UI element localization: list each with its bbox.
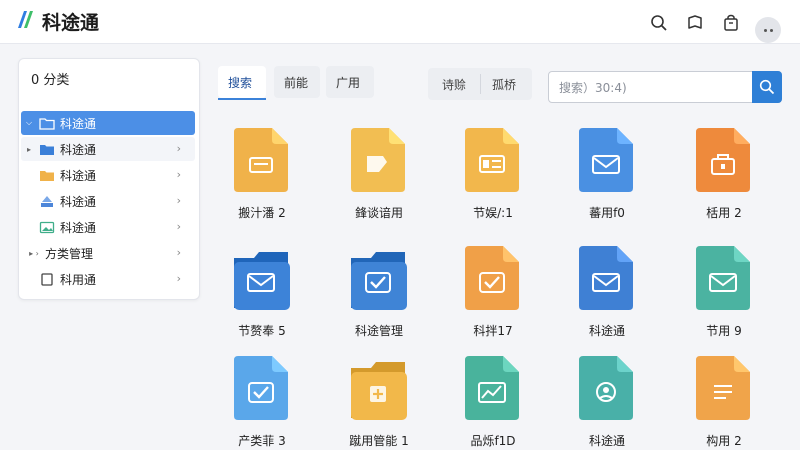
mail-folder-icon xyxy=(234,252,290,310)
file-label: 产类菲 3 xyxy=(238,434,286,448)
file-label: 搬汁潘 2 xyxy=(238,206,286,220)
folder-outline-icon xyxy=(39,117,55,130)
mail-document-icon xyxy=(579,246,633,310)
mail-document-icon xyxy=(579,128,633,192)
file-item[interactable]: 鋒谈谙用 xyxy=(329,116,429,226)
chevron-right-icon: › xyxy=(176,168,181,181)
file-item[interactable]: 蹴用管能 1 xyxy=(329,344,429,450)
file-label: 蹴用管能 1 xyxy=(349,434,409,448)
app-title: 科途通 xyxy=(42,12,100,34)
file-item[interactable]: 科途通 xyxy=(557,344,657,450)
check-folder-icon xyxy=(351,252,407,310)
search-box xyxy=(548,71,782,103)
top-bar: 科途通 xyxy=(0,0,800,44)
sidebar-item-category-manage[interactable]: ▸ › 方类管理 › xyxy=(21,241,195,265)
search-button[interactable] xyxy=(752,71,782,103)
file-item[interactable]: 栝用 2 xyxy=(674,116,774,226)
file-label: 节赘奉 5 xyxy=(238,324,286,338)
filter-button-2[interactable]: 孤桥 xyxy=(492,68,516,100)
image-icon xyxy=(39,221,55,233)
file-label: 科拌17 xyxy=(473,324,513,338)
chevron-right-icon: › xyxy=(176,142,181,155)
file-item[interactable]: 蕃用f0 xyxy=(557,116,657,226)
more-icon[interactable] xyxy=(755,17,781,43)
sidebar-item-root[interactable]: ⌵ 科途通 xyxy=(21,111,195,135)
file-item[interactable]: 品烁f1D xyxy=(443,344,543,450)
list-document-icon xyxy=(696,356,750,420)
file-item[interactable]: 搬汁潘 2 xyxy=(212,116,312,226)
file-label: 科途通 xyxy=(588,324,625,338)
file-item[interactable]: 科途管理 xyxy=(329,234,429,344)
sidebar-item-network[interactable]: 科途通 › xyxy=(21,189,195,213)
expand-icon[interactable]: ▸ xyxy=(23,145,35,154)
file-label: 节娱/:1 xyxy=(473,206,513,220)
file-item[interactable]: 节赘奉 5 xyxy=(212,234,312,344)
search-input[interactable] xyxy=(559,78,749,98)
expand-icon[interactable]: ▸ › xyxy=(23,249,45,258)
file-label: 鋒谈谙用 xyxy=(354,206,403,220)
chevron-right-icon: › xyxy=(176,194,181,207)
mail-document-icon xyxy=(696,246,750,310)
file-label: 构用 2 xyxy=(706,434,742,448)
bag-icon[interactable] xyxy=(720,12,742,34)
file-item[interactable]: 构用 2 xyxy=(674,344,774,450)
sidebar-item-label: 科途通 xyxy=(60,220,97,235)
sidebar-item-app[interactable]: 科用通 › xyxy=(21,267,195,291)
chevron-right-icon: › xyxy=(176,246,181,259)
tab-frontend[interactable]: 前能 xyxy=(274,66,320,98)
sidebar-item-label: 科途通 xyxy=(60,168,97,183)
card-document-icon xyxy=(465,128,519,192)
folder-icon xyxy=(40,170,54,181)
briefcase-document-icon xyxy=(696,128,750,192)
file-label: 节用 9 xyxy=(706,324,742,338)
square-icon xyxy=(41,272,53,286)
search-icon xyxy=(759,79,775,95)
file-grid: 搬汁潘 2 鋒谈谙用 节娱/:1 蕃用f0 栝用 2 节赘奉 5 科途管理 科拌17 科途通 节用… xyxy=(212,116,790,450)
file-label: 栝用 2 xyxy=(706,206,742,220)
sidebar-item-label: 方类管理 xyxy=(45,246,94,261)
person-document-icon xyxy=(579,356,633,420)
chevron-right-icon: › xyxy=(176,220,181,233)
app-logo xyxy=(18,11,33,28)
expand-icon[interactable]: ⌵ xyxy=(23,118,35,128)
sidebar-item-folder-2[interactable]: 科途通 › xyxy=(21,163,195,187)
file-item[interactable]: 产类菲 3 xyxy=(212,344,312,450)
sidebar-header: 0 分类 xyxy=(31,73,70,88)
file-label: 科途管理 xyxy=(354,324,403,338)
active-tab-indicator xyxy=(218,98,266,100)
sidebar-item-label: 科用通 xyxy=(60,272,97,287)
check-document-icon xyxy=(234,356,288,420)
file-item[interactable]: 科途通 xyxy=(557,234,657,344)
check-document-icon xyxy=(465,246,519,310)
sidebar-item-folder-1[interactable]: ▸ 科途通 › xyxy=(21,137,195,161)
chart-document-icon xyxy=(465,356,519,420)
file-item[interactable]: 节娱/:1 xyxy=(443,116,543,226)
filter-button-1[interactable]: 诗赊 xyxy=(442,68,466,100)
divider xyxy=(480,74,481,94)
file-label: 科途通 xyxy=(588,434,625,448)
sidebar-item-image[interactable]: 科途通 › xyxy=(21,215,195,239)
plus-folder-icon xyxy=(351,362,407,420)
bell-icon[interactable] xyxy=(684,12,706,34)
tab-widely-used[interactable]: 广用 xyxy=(326,66,374,98)
search-icon[interactable] xyxy=(648,12,670,34)
chevron-right-icon: › xyxy=(176,272,181,285)
sidebar-item-label: 科途通 xyxy=(60,116,97,131)
sidebar-item-label: 科途通 xyxy=(60,142,97,157)
category-sidebar: 0 分类 ⌵ 科途通 ▸ 科途通 › 科途通 › 科途通 › 科途通 › ▸ ›… xyxy=(18,58,200,300)
filter-group: 诗赊 孤桥 xyxy=(428,68,532,100)
file-item[interactable]: 科拌17 xyxy=(443,234,543,344)
network-icon xyxy=(41,195,53,207)
document-icon xyxy=(234,128,288,192)
edit-document-icon xyxy=(351,128,405,192)
tab-search[interactable]: 搜索 xyxy=(218,66,266,100)
file-item[interactable]: 节用 9 xyxy=(674,234,774,344)
file-label: 蕃用f0 xyxy=(589,206,625,220)
folder-icon xyxy=(40,144,54,155)
sidebar-item-label: 科途通 xyxy=(60,194,97,209)
file-label: 品烁f1D xyxy=(470,434,516,448)
